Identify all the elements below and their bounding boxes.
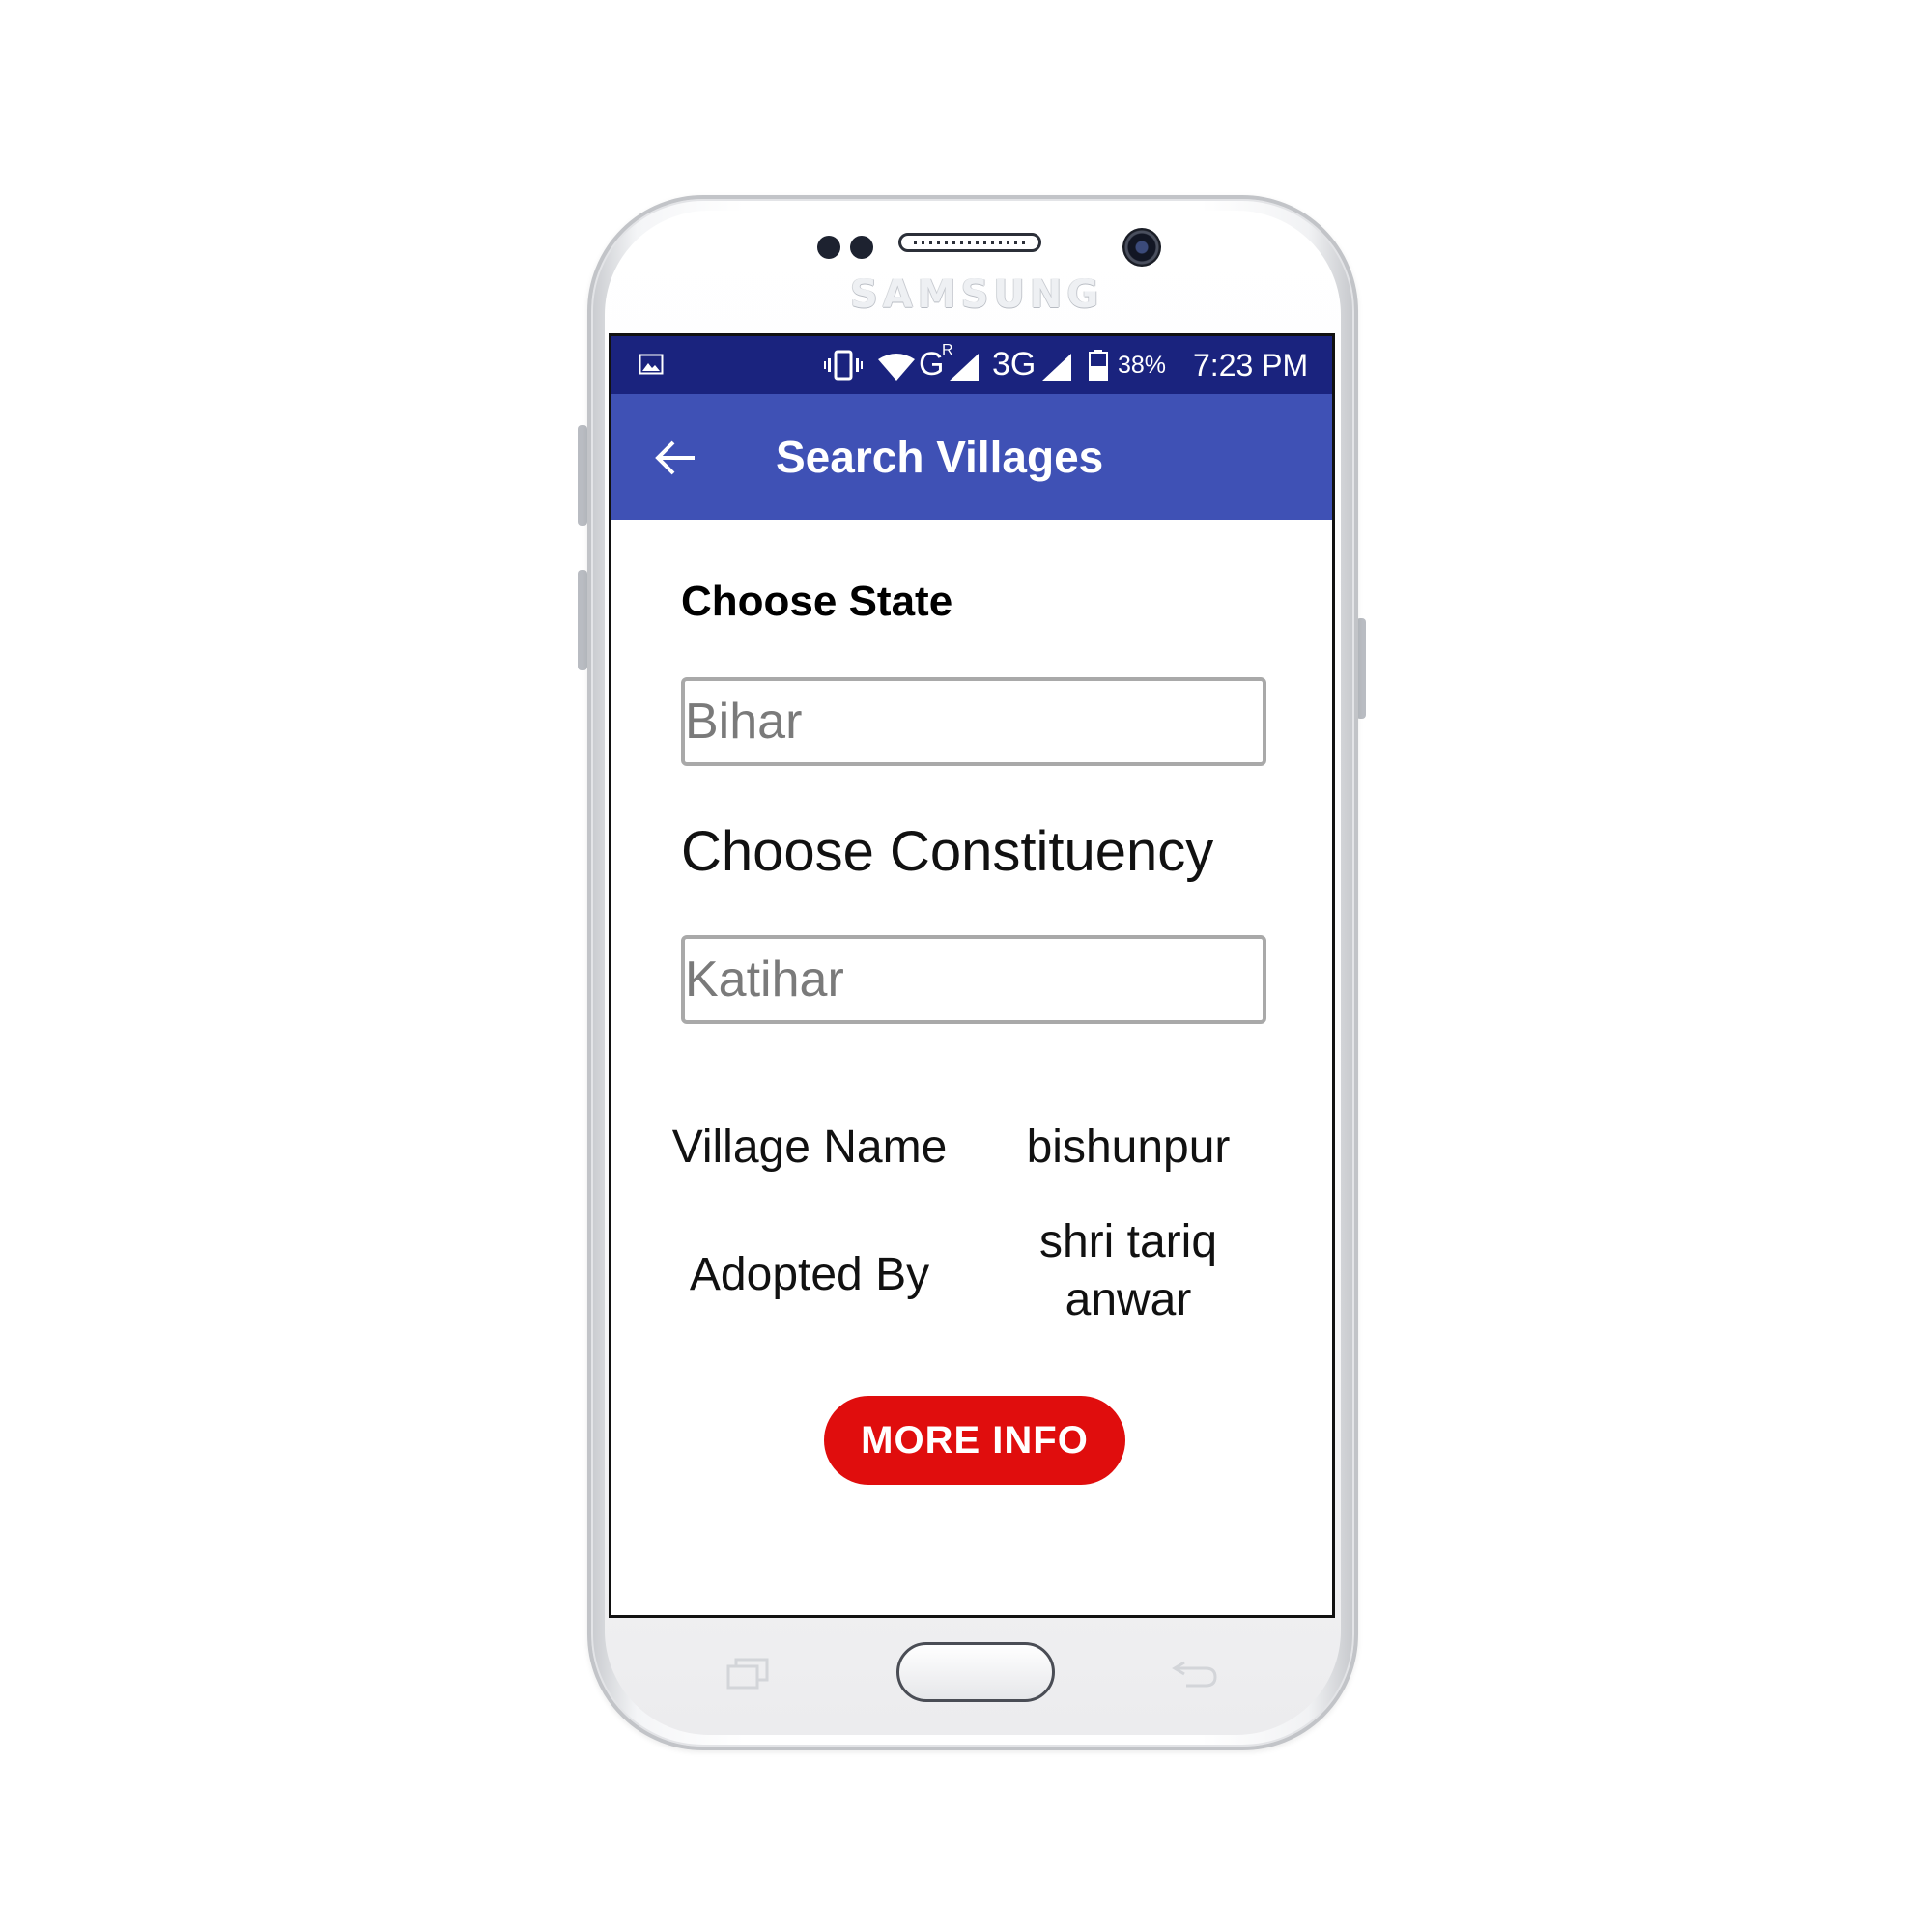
battery-percent: 38% (1118, 352, 1167, 379)
adopted-by-value-line-2: anwar (1065, 1274, 1192, 1325)
gallery-icon (639, 354, 664, 375)
app-bar: Search Villages (611, 394, 1332, 520)
screen: G R 3G 38% 7:23 PM Search Villages Choos… (609, 333, 1335, 1618)
more-info-button[interactable]: MORE INFO (824, 1396, 1125, 1485)
network-type-1: G (919, 346, 945, 383)
battery-icon (1089, 350, 1108, 381)
village-row: Village Name bishunpur (650, 1099, 1297, 1196)
constituency-label: Choose Constituency (681, 820, 1214, 883)
status-bar: G R 3G 38% 7:23 PM (611, 336, 1332, 394)
arrow-left-icon (655, 440, 695, 475)
signal-icon (1042, 354, 1071, 381)
proximity-sensor (817, 236, 840, 259)
signal-icon (950, 354, 979, 381)
stage: SAMSUNG G R 3G 38% 7:23 PM Search Villag… (0, 0, 1932, 1932)
device-brand: SAMSUNG (850, 272, 1104, 317)
back-button[interactable] (650, 433, 700, 483)
state-field[interactable]: Bihar (681, 677, 1266, 766)
light-sensor (850, 236, 873, 259)
wifi-icon (878, 354, 915, 381)
page-title: Search Villages (776, 432, 1104, 482)
home-button[interactable] (896, 1642, 1055, 1702)
back-key-icon[interactable] (1171, 1657, 1219, 1690)
adopted-by-value-line-1: shri tariq (1038, 1216, 1218, 1267)
front-camera-icon (1122, 228, 1161, 267)
adopted-by-label: Adopted By (689, 1249, 930, 1300)
earpiece-speaker (898, 233, 1041, 252)
adopted-row: Adopted By shri tariq anwar (650, 1213, 1297, 1339)
state-label: Choose State (681, 578, 953, 625)
volume-down-button[interactable] (578, 570, 587, 670)
network-type-2: 3G (992, 346, 1037, 383)
adopted-by-value: shri tariq anwar (969, 1213, 1288, 1329)
clock: 7:23 PM (1193, 348, 1309, 383)
result-table: Village Name bishunpur Adopted By shri t… (650, 1099, 1297, 1325)
recent-apps-icon[interactable] (726, 1657, 769, 1690)
village-name-label: Village Name (671, 1122, 948, 1173)
vibrate-icon (824, 350, 863, 381)
village-name-value: bishunpur (1026, 1122, 1231, 1173)
volume-up-button[interactable] (578, 425, 587, 526)
constituency-field[interactable]: Katihar (681, 935, 1266, 1024)
